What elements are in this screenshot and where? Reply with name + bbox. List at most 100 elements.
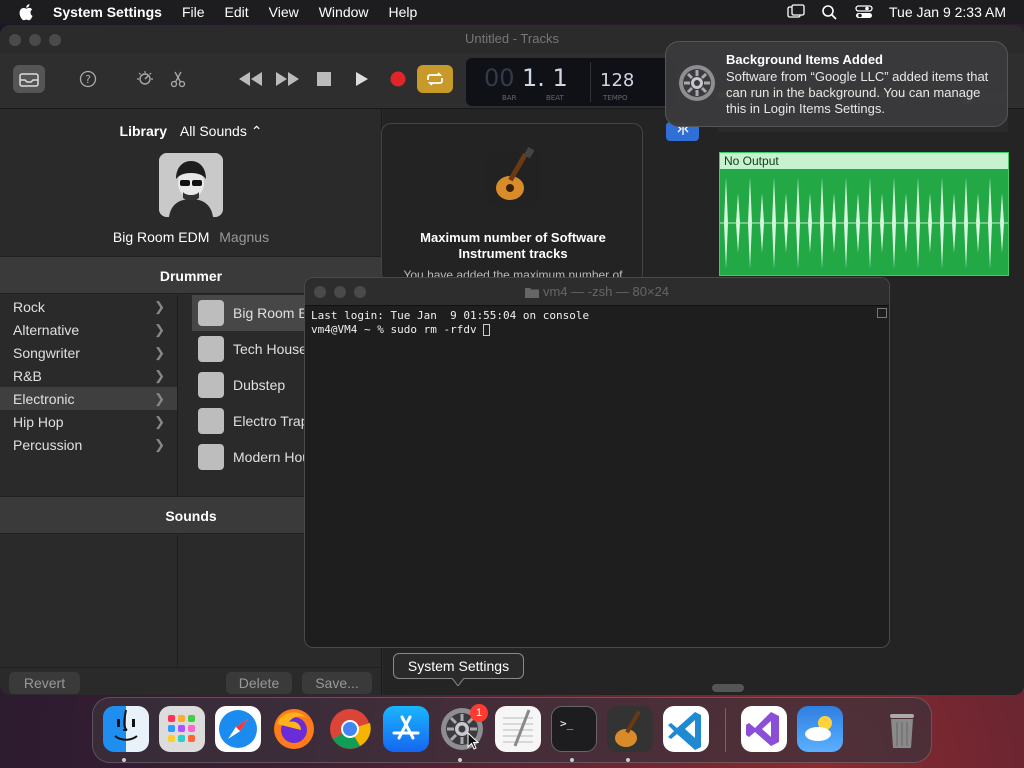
genre-item-rock[interactable]: Rock ❯: [0, 295, 177, 318]
control-center-icon[interactable]: [855, 4, 873, 20]
help-button[interactable]: ?: [72, 65, 104, 93]
menu-datetime[interactable]: Tue Jan 9 2:33 AM: [889, 4, 1006, 20]
genre-label: Hip Hop: [13, 413, 64, 430]
terminal-window[interactable]: vm4 — -zsh — 80×24 Last login: Tue Jan 9…: [304, 277, 890, 648]
lcd-bar-value: 00: [484, 64, 515, 92]
terminal-minimize-button[interactable]: [334, 286, 346, 298]
menu-edit[interactable]: Edit: [225, 4, 249, 20]
finder-icon[interactable]: [103, 706, 149, 752]
safari-compass-icon: [219, 710, 257, 748]
library-header: Library All Sounds ⌃: [0, 123, 382, 140]
genre-item-electronic[interactable]: Electronic ❯: [0, 387, 177, 410]
dock-tooltip: System Settings: [393, 653, 524, 679]
rewind-icon: [239, 72, 262, 86]
background-items-notification[interactable]: Background Items Added Software from “Go…: [665, 41, 1008, 127]
drummer-list: Big Room E Tech House Dubstep Electro Tr…: [192, 295, 312, 475]
terminal-zoom-button[interactable]: [354, 286, 366, 298]
notification-body: Software from “Google LLC” added items t…: [726, 69, 989, 116]
textedit-icon[interactable]: [495, 706, 541, 752]
weather-icon[interactable]: [797, 706, 843, 752]
terminal-title-bar[interactable]: vm4 — -zsh — 80×24: [305, 278, 889, 306]
tooltip-tail: [452, 678, 464, 686]
genre-item-alternative[interactable]: Alternative ❯: [0, 318, 177, 341]
terminal-cursor: [483, 324, 491, 336]
drummer-label: Big Room E: [233, 305, 308, 321]
svg-text:?: ?: [85, 73, 91, 86]
popover-title-line2: Instrument tracks: [458, 246, 568, 261]
horizontal-scrollbar[interactable]: [712, 684, 744, 692]
menu-app-name[interactable]: System Settings: [53, 4, 162, 20]
garageband-app-icon: [486, 147, 542, 206]
terminal-close-button[interactable]: [314, 286, 326, 298]
lcd-tempo-label: TEMPO: [603, 94, 628, 102]
terminal-scroll-indicator[interactable]: [877, 308, 887, 318]
drummer-item[interactable]: Big Room E: [192, 295, 312, 331]
menu-window[interactable]: Window: [319, 4, 369, 20]
revert-button[interactable]: Revert: [9, 672, 80, 694]
genre-item-hip-hop[interactable]: Hip Hop ❯: [0, 410, 177, 433]
lcd-tempo-value: 128: [600, 70, 635, 91]
drummer-name: Big Room EDM Magnus: [0, 229, 382, 245]
lcd-bar-label: BAR: [502, 94, 517, 102]
genre-item-rnb[interactable]: R&B ❯: [0, 364, 177, 387]
chevron-right-icon: ❯: [154, 298, 165, 314]
menu-help[interactable]: Help: [389, 4, 418, 20]
editors-button[interactable]: [162, 65, 194, 93]
library-footer: Revert Delete Save...: [0, 667, 382, 695]
terminal-output[interactable]: Last login: Tue Jan 9 01:55:04 on consol…: [305, 306, 889, 340]
rewind-button[interactable]: [234, 65, 266, 93]
drummer-region[interactable]: No Output: [719, 152, 1009, 276]
play-button[interactable]: [346, 65, 378, 93]
chevron-right-icon: ❯: [154, 436, 165, 452]
fast-forward-icon: [276, 72, 299, 86]
delete-button[interactable]: Delete: [226, 672, 292, 694]
stop-button[interactable]: [308, 65, 340, 93]
menu-file[interactable]: File: [182, 4, 205, 20]
apple-icon[interactable]: [18, 3, 36, 21]
drummer-avatar: [159, 153, 223, 217]
genre-item-songwriter[interactable]: Songwriter ❯: [0, 341, 177, 364]
visual-studio-icon[interactable]: [741, 706, 787, 752]
genre-item-percussion[interactable]: Percussion ❯: [0, 433, 177, 456]
drummer-item[interactable]: Electro Trap: [192, 403, 312, 439]
save-button[interactable]: Save...: [302, 672, 372, 694]
terminal-icon[interactable]: >_: [551, 706, 597, 752]
garageband-icon[interactable]: [607, 706, 653, 752]
safari-icon[interactable]: [215, 706, 261, 752]
drummer-item[interactable]: Modern Hou: [192, 439, 312, 475]
drummer-item[interactable]: Tech House: [192, 331, 312, 367]
chrome-icon[interactable]: [327, 706, 373, 752]
library-icon: [19, 73, 39, 87]
menu-view[interactable]: View: [269, 4, 299, 20]
lcd-display[interactable]: 00 1. 1 BAR BEAT 128 TEMPO: [466, 58, 676, 106]
library-title: Library: [119, 123, 167, 139]
all-sounds-selector[interactable]: All Sounds ⌃: [180, 123, 263, 139]
fast-forward-button[interactable]: [272, 65, 304, 93]
spotlight-search-icon[interactable]: [821, 4, 839, 20]
record-icon: [390, 71, 406, 87]
app-store-a-icon: [392, 715, 420, 740]
launchpad-icon[interactable]: [159, 706, 205, 752]
record-button[interactable]: [382, 65, 414, 93]
scissors-icon: [170, 71, 186, 88]
smart-controls-button[interactable]: [129, 65, 161, 93]
question-icon: ?: [79, 70, 97, 88]
library-toggle-button[interactable]: [13, 65, 45, 93]
chevron-right-icon: ❯: [154, 321, 165, 337]
terminal-line-login: Last login: Tue Jan 9 01:55:04 on consol…: [311, 309, 590, 322]
trash-icon[interactable]: [879, 706, 925, 752]
vscode-icon[interactable]: [663, 706, 709, 752]
cycle-button[interactable]: [417, 65, 453, 93]
drummer-thumb-icon: [198, 408, 224, 434]
firefox-icon[interactable]: [271, 706, 317, 752]
screen-mirroring-icon[interactable]: [787, 4, 805, 20]
app-store-icon[interactable]: [383, 706, 429, 752]
chrome-logo-icon: [330, 709, 371, 749]
drummer-thumb-icon: [198, 444, 224, 470]
smart-controls-icon: [137, 71, 153, 85]
drummer-thumb-icon: [198, 372, 224, 398]
drummer-label: Dubstep: [233, 377, 286, 393]
drummer-item[interactable]: Dubstep: [192, 367, 312, 403]
chevron-right-icon: ❯: [154, 390, 165, 406]
svg-text:>_: >_: [560, 717, 574, 730]
